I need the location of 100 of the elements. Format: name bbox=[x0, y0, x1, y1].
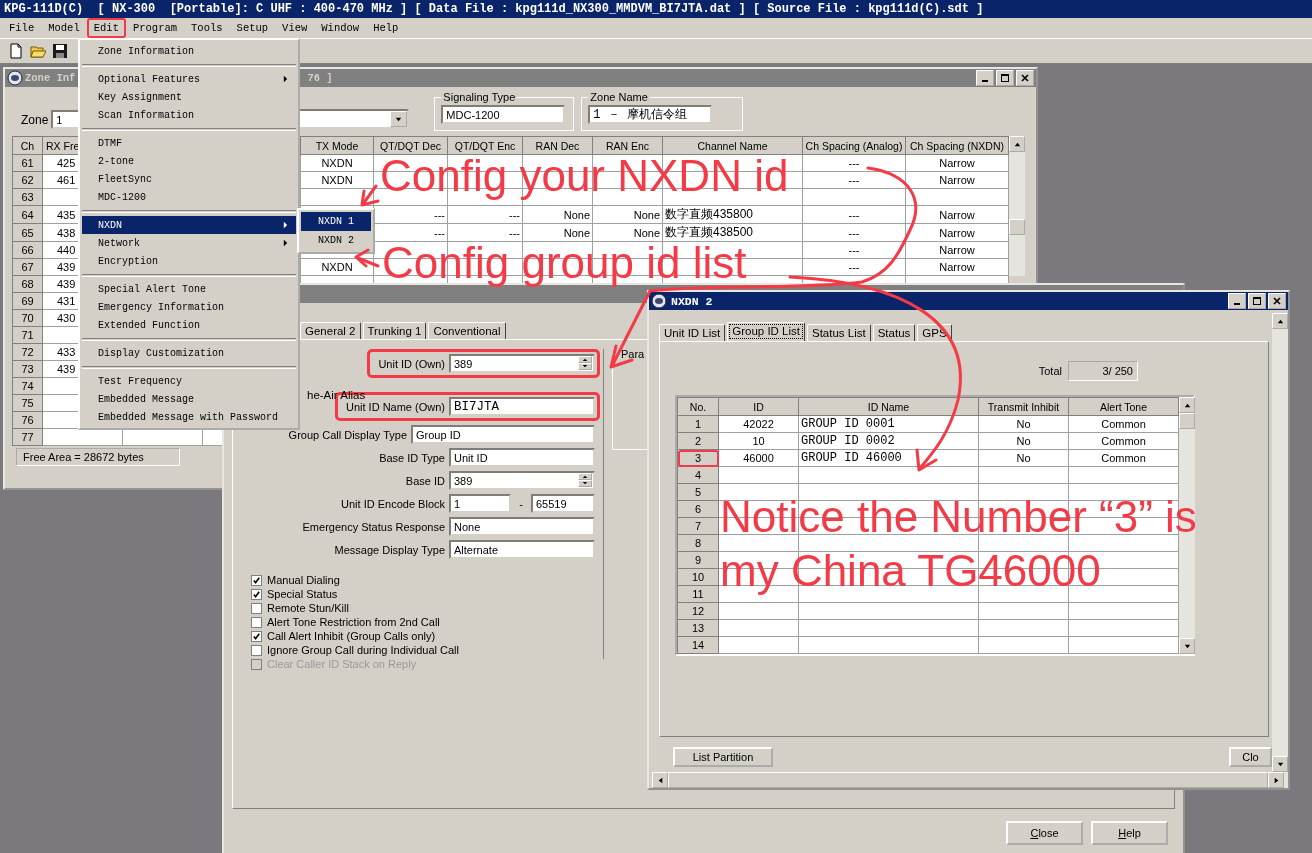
scroll-thumb[interactable] bbox=[1179, 413, 1195, 429]
menu-item[interactable]: NXDN 2 bbox=[301, 231, 371, 250]
input-field[interactable]: BI7JTA bbox=[449, 397, 595, 416]
checkbox[interactable] bbox=[251, 602, 262, 614]
menu-item[interactable]: Help bbox=[366, 18, 406, 38]
row-header: 7 bbox=[694, 520, 702, 532]
menu-item[interactable]: Setup bbox=[229, 18, 276, 38]
input-field[interactable]: 389 bbox=[449, 354, 595, 373]
column-header: ID Name bbox=[867, 400, 910, 413]
window-title: Zone Inf bbox=[25, 72, 76, 84]
row-header: 9 bbox=[694, 554, 702, 566]
spin-buttons[interactable] bbox=[578, 473, 592, 487]
column-header: Channel Name bbox=[697, 139, 768, 152]
row-header: 70 bbox=[21, 312, 34, 324]
zone-name-field[interactable]: 1 － 摩机信令组 bbox=[588, 105, 713, 124]
checkbox[interactable] bbox=[251, 644, 262, 656]
tab[interactable]: Status List bbox=[807, 324, 871, 341]
window-title: 76 ] bbox=[307, 72, 333, 84]
table-cell: No bbox=[1016, 435, 1031, 447]
input-field[interactable]: Group ID bbox=[411, 425, 595, 444]
range-separator: - bbox=[518, 497, 524, 510]
input-field[interactable]: 65519 bbox=[531, 494, 595, 513]
open-folder-icon[interactable] bbox=[30, 43, 46, 59]
help-button[interactable]: Help bbox=[1091, 821, 1168, 845]
tab[interactable]: Trunking 1 bbox=[362, 322, 427, 339]
menu-item[interactable]: Embedded Message bbox=[82, 390, 296, 408]
group-label: Para bbox=[620, 348, 646, 360]
signaling-type-field[interactable]: MDC-1200 bbox=[441, 105, 566, 124]
spin-buttons[interactable] bbox=[578, 356, 592, 370]
close-button[interactable]: Close bbox=[1006, 821, 1083, 845]
menu-item[interactable]: Key Assignment bbox=[82, 88, 296, 106]
menu-item[interactable]: Display Customization bbox=[82, 344, 296, 362]
menu-item[interactable]: File bbox=[2, 18, 42, 38]
check-icon bbox=[252, 631, 261, 641]
input-field[interactable]: 389 bbox=[449, 471, 595, 490]
menu-item[interactable]: Tools bbox=[184, 18, 230, 38]
arrow bbox=[354, 248, 380, 268]
input-field[interactable]: None bbox=[449, 517, 595, 536]
checkbox[interactable] bbox=[251, 616, 262, 628]
tab[interactable]: Conventional bbox=[428, 322, 506, 339]
menu-item[interactable]: MDC-1200 bbox=[82, 188, 296, 206]
menu-item[interactable]: Scan Information bbox=[82, 106, 296, 124]
table-cell: --- bbox=[848, 157, 860, 169]
table-cell: Common bbox=[1101, 452, 1146, 464]
tab[interactable]: Status bbox=[872, 324, 916, 341]
row-header: 65 bbox=[21, 226, 34, 239]
scroll-thumb[interactable] bbox=[1009, 219, 1025, 235]
menu-item[interactable]: Embedded Message with Password bbox=[82, 408, 296, 426]
table-cell: --- bbox=[848, 261, 860, 273]
close-button[interactable] bbox=[1268, 293, 1286, 309]
table-cell: 42022 bbox=[743, 418, 774, 430]
scrollbar[interactable] bbox=[1009, 136, 1025, 276]
list-partition-button[interactable]: List Partition bbox=[673, 747, 773, 767]
table-cell: No bbox=[1016, 452, 1031, 464]
maximize-button[interactable] bbox=[1248, 293, 1266, 309]
menu-item[interactable]: NXDN bbox=[82, 216, 296, 234]
new-file-icon[interactable] bbox=[8, 43, 24, 59]
checkbox[interactable] bbox=[251, 588, 262, 600]
input-field[interactable]: 1 bbox=[449, 494, 511, 513]
menu-item[interactable]: NXDN 1 bbox=[301, 212, 371, 231]
menu-item[interactable]: FleetSync bbox=[82, 170, 296, 188]
menu-item[interactable]: Model bbox=[41, 18, 87, 38]
table-cell: 430 bbox=[57, 312, 76, 324]
minimize-button[interactable] bbox=[1228, 293, 1246, 309]
checkbox[interactable] bbox=[251, 630, 262, 642]
menu-item[interactable]: Emergency Information bbox=[82, 298, 296, 316]
menu-item[interactable]: Encryption bbox=[82, 252, 296, 270]
row-header: 3 bbox=[694, 452, 702, 464]
menu-item[interactable]: Zone Information bbox=[82, 42, 296, 60]
input-field[interactable]: Unit ID bbox=[449, 448, 595, 467]
save-icon[interactable] bbox=[52, 43, 68, 59]
menu-item[interactable]: Extended Function bbox=[82, 316, 296, 334]
checkbox[interactable] bbox=[251, 574, 262, 586]
menu-item[interactable]: Network bbox=[82, 234, 296, 252]
tab[interactable]: Unit ID List bbox=[659, 324, 726, 341]
scrollbar[interactable] bbox=[1272, 313, 1288, 772]
app-icon bbox=[651, 293, 667, 309]
input-field[interactable]: Alternate bbox=[449, 540, 595, 559]
menu-item[interactable]: View bbox=[275, 18, 315, 38]
tab[interactable]: Group ID List bbox=[727, 322, 805, 341]
menu-item[interactable]: Test Frequency bbox=[82, 372, 296, 390]
table-cell: Narrow bbox=[939, 261, 975, 273]
checkbox-label: Remote Stun/Kill bbox=[267, 602, 349, 614]
menu-item[interactable]: Special Alert Tone bbox=[82, 280, 296, 298]
table-cell: Narrow bbox=[939, 208, 975, 221]
menu-item[interactable]: DTMF bbox=[82, 134, 296, 152]
menu-item[interactable]: 2-tone bbox=[82, 152, 296, 170]
menu-item[interactable]: Optional Features bbox=[82, 70, 296, 88]
table-cell: --- bbox=[509, 226, 520, 239]
app-icon bbox=[7, 70, 23, 86]
row-header: 67 bbox=[21, 261, 34, 273]
minimize-icon bbox=[1234, 303, 1240, 305]
table-cell: Common bbox=[1101, 418, 1146, 430]
menu-item[interactable]: Window bbox=[314, 18, 367, 38]
table-cell: NXDN bbox=[321, 157, 353, 169]
checkbox-label: Manual Dialing bbox=[267, 574, 340, 586]
menu-item[interactable]: Program bbox=[125, 18, 185, 38]
table-cell: 440 bbox=[57, 244, 76, 256]
checkbox-label: Alert Tone Restriction from 2nd Call bbox=[267, 616, 440, 628]
close-button[interactable]: Clo bbox=[1229, 747, 1272, 767]
